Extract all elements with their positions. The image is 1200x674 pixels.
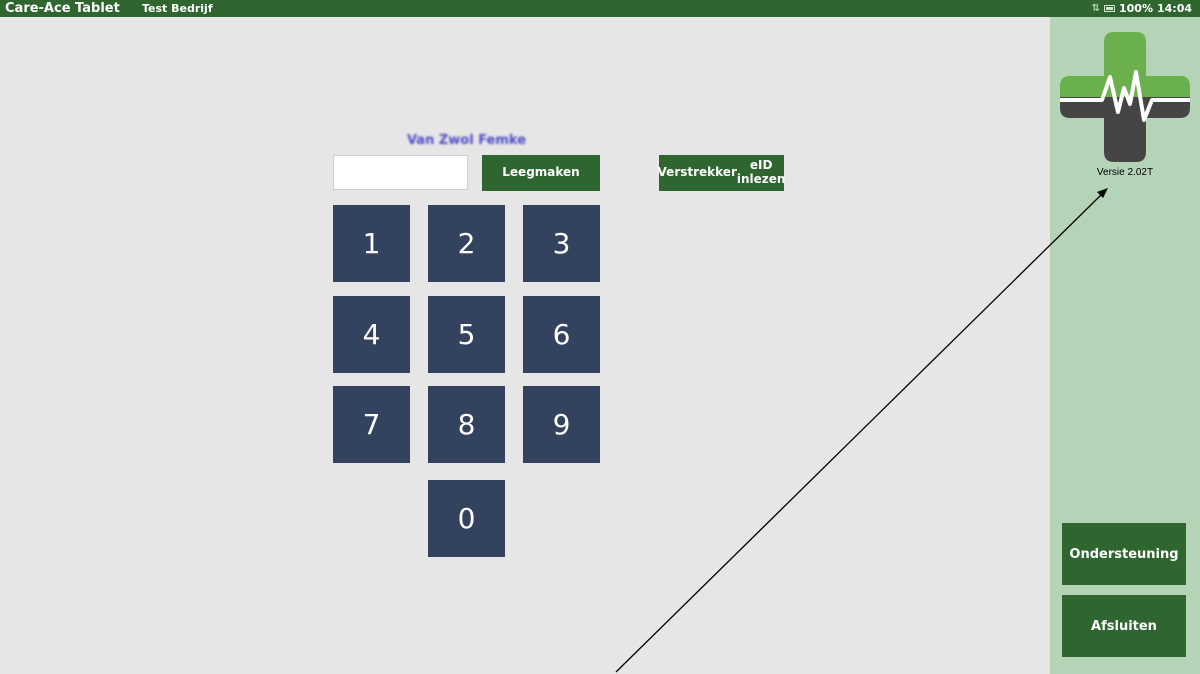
sync-icon: ⇅ (1091, 3, 1100, 14)
code-input[interactable] (333, 155, 468, 190)
battery-level: 100% (1119, 2, 1153, 15)
read-eid-button[interactable]: Verstrekker eID inlezen (657, 155, 786, 191)
battery-icon (1104, 5, 1115, 12)
status-bar: Care-Ace Tablet Test Bedrijf ⇅ 100% 14:0… (0, 0, 1200, 17)
keypad-key-2[interactable]: 2 (428, 205, 505, 282)
patient-name: Van Zwol Femke (406, 133, 527, 148)
support-button[interactable]: Ondersteuning (1062, 523, 1186, 585)
annotation-arrow (615, 188, 1108, 673)
keypad-key-6[interactable]: 6 (523, 296, 600, 373)
clear-button[interactable]: Leegmaken (482, 155, 600, 191)
eid-button-label-line2: eID inlezen (736, 158, 786, 186)
keypad-key-7[interactable]: 7 (333, 386, 410, 463)
clock-time: 14:04 (1156, 2, 1192, 15)
system-status: ⇅ 100% 14:04 (1092, 2, 1192, 15)
keypad-key-3[interactable]: 3 (523, 205, 600, 282)
exit-button[interactable]: Afsluiten (1062, 595, 1186, 657)
company-name: Test Bedrijf (142, 2, 213, 15)
keypad-key-0[interactable]: 0 (428, 480, 505, 557)
care-ace-logo (1060, 32, 1190, 162)
eid-button-label-line1: Verstrekker (657, 165, 737, 180)
app-title: Care-Ace Tablet (5, 1, 120, 16)
keypad-key-8[interactable]: 8 (428, 386, 505, 463)
version-label: Versie 2.02T (1096, 167, 1154, 178)
keypad-key-4[interactable]: 4 (333, 296, 410, 373)
keypad-key-9[interactable]: 9 (523, 386, 600, 463)
right-sidebar: Versie 2.02T Ondersteuning Afsluiten (1050, 17, 1200, 674)
keypad-key-5[interactable]: 5 (428, 296, 505, 373)
keypad-key-1[interactable]: 1 (333, 205, 410, 282)
